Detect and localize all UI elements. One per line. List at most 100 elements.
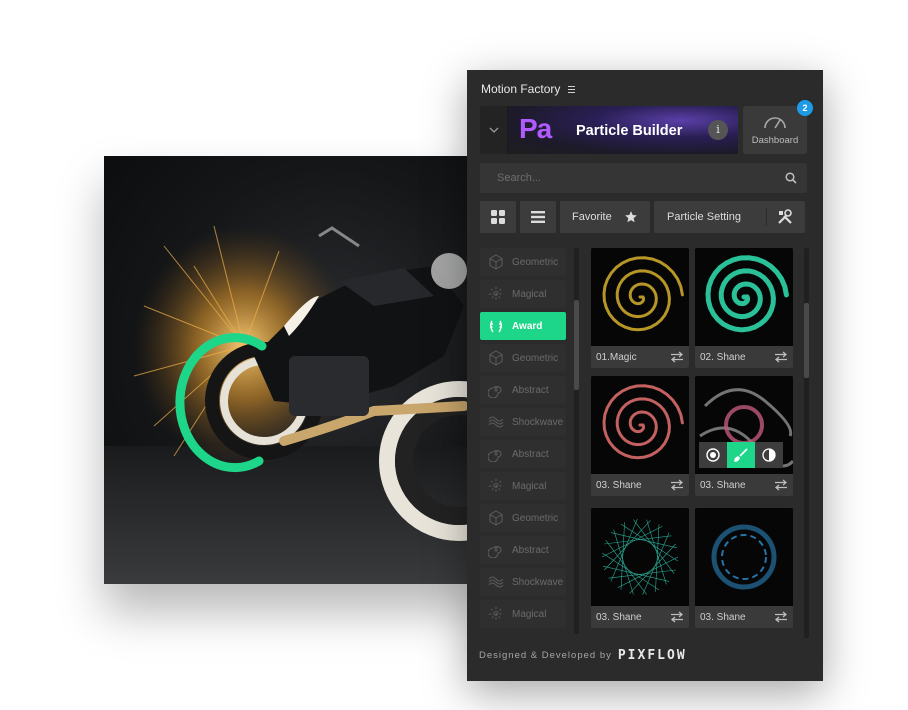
contrast-icon — [762, 448, 776, 462]
category-label: Geometric — [512, 352, 559, 364]
app-title: Motion Factory — [481, 82, 561, 96]
pixflow-logo[interactable]: PIXFLOW — [618, 648, 687, 663]
footer: Designed & Developed by PIXFLOW — [479, 648, 687, 663]
favorite-button[interactable]: Favorite — [560, 201, 650, 233]
preset-thumbnail[interactable] — [695, 248, 793, 346]
swap-icon[interactable] — [774, 611, 788, 623]
brush-icon — [734, 448, 748, 462]
preset-thumbnail[interactable] — [695, 508, 793, 606]
category-scrollbar[interactable] — [574, 248, 579, 634]
category-label: Shockwave — [512, 416, 564, 428]
category-label: Shockwave — [512, 576, 564, 588]
preset-label: 03. Shane — [596, 480, 642, 491]
apply-button[interactable] — [727, 442, 755, 468]
category-item-award[interactable]: Award — [480, 312, 566, 340]
category-item-abstract[interactable]: Abstract — [480, 376, 566, 404]
hero-photo — [104, 156, 484, 584]
panel-titlebar: Motion Factory — [481, 82, 576, 96]
search-input[interactable] — [480, 163, 780, 193]
plugin-banner: Pa Particle Builder i — [508, 106, 738, 154]
category-item-abstract[interactable]: Abstract — [480, 536, 566, 564]
search-icon[interactable] — [785, 172, 797, 184]
list-view-icon — [531, 211, 545, 223]
toolbar: Favorite Particle Setting — [480, 201, 805, 233]
contrast-button[interactable] — [755, 442, 783, 468]
category-scroll-thumb[interactable] — [574, 300, 579, 390]
preset-thumbnail[interactable] — [591, 508, 689, 606]
swap-icon[interactable] — [670, 611, 684, 623]
swap-icon[interactable] — [670, 351, 684, 363]
toolbar-divider — [766, 208, 767, 226]
preset-card[interactable]: 03. Shane — [591, 508, 689, 628]
swirl-icon — [488, 446, 504, 462]
swap-icon[interactable] — [670, 479, 684, 491]
motorcycle-illustration — [104, 225, 484, 584]
category-label: Magical — [512, 608, 547, 620]
category-item-magical[interactable]: Magical — [480, 600, 566, 628]
sparkle-icon — [488, 286, 504, 302]
sparkle-icon — [488, 606, 504, 622]
favorite-label: Favorite — [572, 211, 612, 223]
preset-card[interactable]: 03. Shane — [695, 376, 793, 496]
category-label: Award — [512, 320, 543, 332]
preset-card[interactable]: 03. Shane — [695, 508, 793, 628]
footer-credit: Designed & Developed by — [479, 650, 612, 661]
preset-label: 02. Shane — [700, 352, 746, 363]
cube-icon — [488, 350, 504, 366]
preset-scroll-thumb[interactable] — [804, 303, 809, 378]
preset-label: 01.Magic — [596, 352, 637, 363]
preset-thumbnail[interactable] — [591, 248, 689, 346]
preset-card[interactable]: 01.Magic — [591, 248, 689, 368]
plugin-title: Particle Builder — [576, 123, 683, 139]
hamburger-menu-icon[interactable] — [568, 85, 576, 93]
cube-icon — [488, 254, 504, 270]
category-item-magical[interactable]: Magical — [480, 472, 566, 500]
notification-badge: 2 — [797, 100, 813, 116]
category-item-shockwave[interactable]: Shockwave — [480, 568, 566, 596]
plugin-logo: Pa — [519, 113, 552, 144]
wave-icon — [488, 414, 504, 430]
laurel-icon — [488, 318, 504, 334]
dashboard-button[interactable]: Dashboard 2 — [743, 100, 813, 154]
record-icon — [706, 448, 720, 462]
particle-setting-button[interactable]: Particle Setting — [654, 201, 805, 233]
grid-view-icon — [491, 210, 505, 224]
search-bar — [480, 163, 807, 193]
category-item-geometric[interactable]: Geometric — [480, 344, 566, 372]
category-label: Magical — [512, 288, 547, 300]
category-label: Abstract — [512, 384, 549, 396]
swirl-icon — [488, 542, 504, 558]
preset-thumbnail[interactable] — [591, 376, 689, 474]
list-view-button[interactable] — [520, 201, 556, 233]
category-item-magical[interactable]: Magical — [480, 280, 566, 308]
preset-label: 03. Shane — [596, 612, 642, 623]
plugin-header: Pa Particle Builder i — [480, 106, 738, 154]
category-label: Geometric — [512, 512, 559, 524]
star-icon — [625, 211, 637, 223]
category-list: Geometric Magical Award Geometric Abstract Sh… — [480, 248, 566, 632]
category-label: Magical — [512, 480, 547, 492]
gauge-icon — [764, 117, 786, 129]
category-label: Geometric — [512, 256, 559, 268]
category-item-geometric[interactable]: Geometric — [480, 248, 566, 276]
category-item-geometric[interactable]: Geometric — [480, 504, 566, 532]
info-button[interactable]: i — [708, 120, 728, 140]
chevron-down-icon — [489, 127, 498, 133]
preset-scrollbar[interactable] — [804, 248, 809, 638]
preset-label: 03. Shane — [700, 612, 746, 623]
grid-view-button[interactable] — [480, 201, 516, 233]
sparkle-icon — [488, 478, 504, 494]
preset-actions — [699, 442, 783, 468]
category-item-abstract[interactable]: Abstract — [480, 440, 566, 468]
plugin-dropdown-button[interactable] — [480, 106, 508, 154]
category-item-shockwave[interactable]: Shockwave — [480, 408, 566, 436]
stage: Motion Factory Pa Particle Builder i Das… — [0, 0, 908, 710]
preset-card[interactable]: 03. Shane — [591, 376, 689, 496]
preset-card[interactable]: 02. Shane — [695, 248, 793, 368]
category-label: Abstract — [512, 448, 549, 460]
swap-icon[interactable] — [774, 479, 788, 491]
tools-icon — [778, 209, 792, 224]
record-button[interactable] — [699, 442, 727, 468]
swap-icon[interactable] — [774, 351, 788, 363]
cube-icon — [488, 510, 504, 526]
